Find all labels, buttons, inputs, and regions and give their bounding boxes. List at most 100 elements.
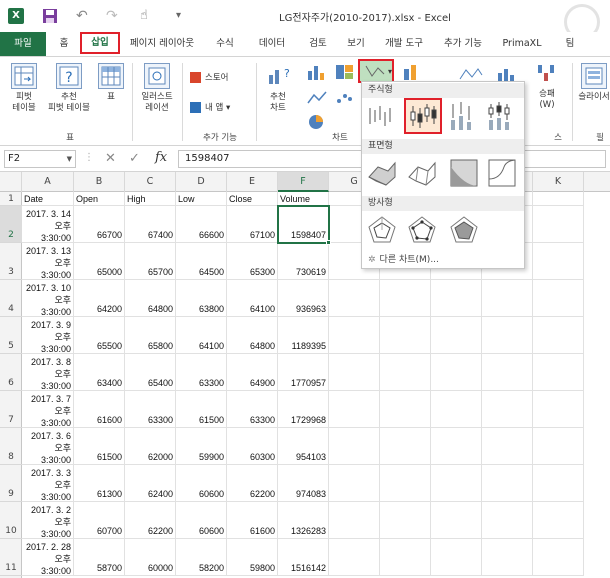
scatter-chart-icon[interactable] — [334, 89, 356, 107]
empty-cell[interactable] — [533, 317, 584, 354]
tab-formulas[interactable]: 수식 — [205, 32, 245, 56]
volume-cell[interactable]: 1516142 — [278, 539, 329, 576]
volume-cell[interactable]: 1326283 — [278, 502, 329, 539]
tab-review[interactable]: 검토 — [300, 32, 336, 56]
empty-cell[interactable] — [482, 354, 533, 391]
open-cell[interactable]: 60700 — [74, 502, 125, 539]
low-cell[interactable]: 60600 — [176, 502, 227, 539]
combo-chart-icon[interactable] — [402, 63, 424, 81]
empty-cell[interactable] — [482, 317, 533, 354]
date-cell[interactable]: 2017. 3. 2 오후 3:30:00 — [22, 502, 74, 539]
empty-cell[interactable] — [533, 243, 584, 280]
bar-chart-icon[interactable] — [306, 63, 328, 81]
empty-cell[interactable] — [482, 465, 533, 502]
volume-cell[interactable]: 1770957 — [278, 354, 329, 391]
empty-cell[interactable] — [329, 280, 380, 317]
slicer-button[interactable]: 슬라이서 — [574, 63, 610, 103]
hlc-stock-chart-option[interactable] — [365, 100, 397, 132]
ohlc-stock-chart-option[interactable] — [404, 98, 442, 134]
close-cell[interactable]: 61600 — [227, 502, 278, 539]
low-cell[interactable]: 66600 — [176, 206, 227, 243]
empty-cell[interactable] — [431, 391, 482, 428]
tab-team[interactable]: 팀 — [560, 32, 580, 56]
empty-cell[interactable] — [380, 502, 431, 539]
header-cell[interactable]: Volume — [278, 192, 329, 206]
volume-cell[interactable]: 1729968 — [278, 391, 329, 428]
date-cell[interactable]: 2017. 3. 7 오후 3:30:00 — [22, 391, 74, 428]
high-cell[interactable]: 62000 — [125, 428, 176, 465]
empty-cell[interactable] — [482, 539, 533, 576]
row-header[interactable]: 7 — [0, 391, 22, 428]
empty-cell[interactable] — [380, 465, 431, 502]
row-header[interactable]: 1 — [0, 192, 22, 206]
column-header[interactable]: F — [278, 172, 329, 192]
row-header[interactable]: 4 — [0, 280, 22, 317]
vhlc-stock-chart-option[interactable] — [448, 100, 480, 132]
low-cell[interactable]: 61500 — [176, 391, 227, 428]
high-cell[interactable]: 62200 — [125, 502, 176, 539]
recommended-charts-button[interactable]: ? 추천 차트 — [260, 63, 296, 114]
empty-cell[interactable] — [482, 428, 533, 465]
my-apps-button[interactable]: 내 앱 ▾ — [190, 101, 230, 115]
empty-cell[interactable] — [380, 539, 431, 576]
empty-cell[interactable] — [431, 317, 482, 354]
redo-icon[interactable]: ↷ — [106, 8, 122, 24]
header-cell[interactable]: Date — [22, 192, 74, 206]
empty-cell[interactable] — [431, 502, 482, 539]
low-cell[interactable]: 63300 — [176, 354, 227, 391]
open-cell[interactable]: 66700 — [74, 206, 125, 243]
close-cell[interactable]: 64900 — [227, 354, 278, 391]
empty-cell[interactable] — [431, 428, 482, 465]
empty-cell[interactable] — [329, 391, 380, 428]
select-all-corner[interactable] — [0, 172, 22, 192]
table-button[interactable]: 표 — [96, 63, 126, 103]
empty-cell[interactable] — [482, 280, 533, 317]
radar-chart-option[interactable] — [366, 214, 398, 246]
empty-cell[interactable] — [380, 428, 431, 465]
pivot-table-button[interactable]: 피벗 테이블 — [6, 63, 42, 114]
open-cell[interactable]: 58700 — [74, 539, 125, 576]
low-cell[interactable]: 60600 — [176, 465, 227, 502]
date-cell[interactable]: 2017. 3. 9 오후 3:30:00 — [22, 317, 74, 354]
header-cell[interactable]: Low — [176, 192, 227, 206]
open-cell[interactable]: 64200 — [74, 280, 125, 317]
high-cell[interactable]: 62400 — [125, 465, 176, 502]
empty-cell[interactable] — [329, 539, 380, 576]
tab-insert[interactable]: 삽입 — [80, 32, 120, 54]
low-cell[interactable]: 64100 — [176, 317, 227, 354]
open-cell[interactable]: 65500 — [74, 317, 125, 354]
empty-cell[interactable] — [329, 502, 380, 539]
high-cell[interactable]: 65400 — [125, 354, 176, 391]
empty-cell[interactable] — [380, 391, 431, 428]
volume-cell[interactable]: 974083 — [278, 465, 329, 502]
stock-chart-button[interactable]: ▾ — [358, 59, 394, 83]
volume-cell[interactable]: 1598407 — [278, 206, 329, 243]
high-cell[interactable]: 60000 — [125, 539, 176, 576]
high-cell[interactable]: 65700 — [125, 243, 176, 280]
volume-cell[interactable]: 1189395 — [278, 317, 329, 354]
fill-handle[interactable] — [326, 240, 331, 245]
enter-icon[interactable]: ✓ — [129, 151, 140, 166]
hierarchy-chart-icon[interactable] — [334, 63, 356, 81]
empty-cell[interactable] — [533, 502, 584, 539]
empty-cell[interactable] — [380, 280, 431, 317]
high-cell[interactable]: 65800 — [125, 317, 176, 354]
volume-cell[interactable]: 936963 — [278, 280, 329, 317]
header-cell[interactable]: Open — [74, 192, 125, 206]
cancel-icon[interactable]: ✕ — [105, 151, 116, 166]
empty-cell[interactable] — [380, 354, 431, 391]
high-cell[interactable]: 63300 — [125, 391, 176, 428]
row-header[interactable]: 9 — [0, 465, 22, 502]
empty-cell[interactable] — [533, 280, 584, 317]
column-header[interactable]: C — [125, 172, 176, 192]
high-cell[interactable]: 64800 — [125, 280, 176, 317]
row-header[interactable]: 6 — [0, 354, 22, 391]
empty-cell[interactable] — [431, 354, 482, 391]
empty-cell[interactable] — [380, 317, 431, 354]
header-cell[interactable]: High — [125, 192, 176, 206]
tab-home[interactable]: 홈 — [52, 32, 76, 56]
open-cell[interactable]: 61500 — [74, 428, 125, 465]
row-header[interactable]: 11 — [0, 539, 22, 576]
row-header[interactable]: 2 — [0, 206, 22, 243]
empty-cell[interactable] — [533, 428, 584, 465]
